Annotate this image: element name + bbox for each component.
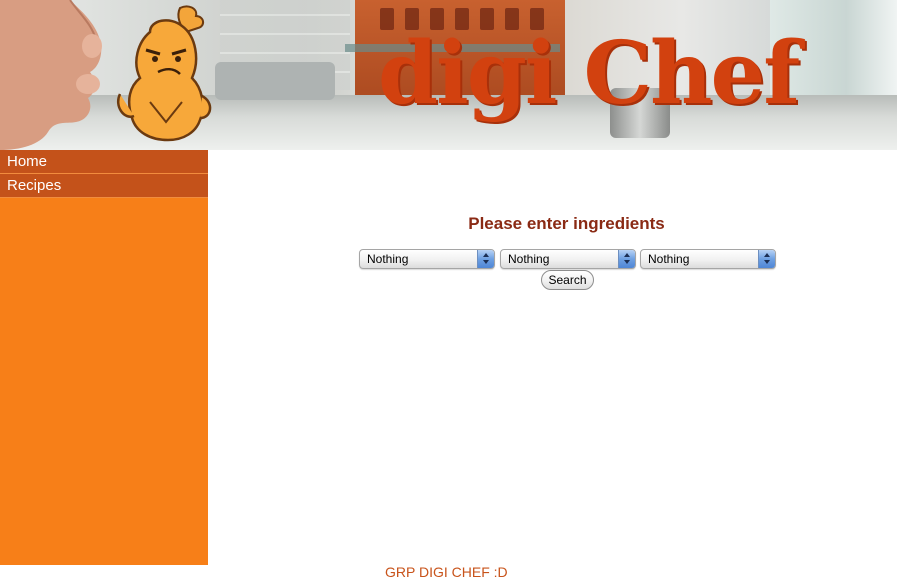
main-content: Please enter ingredients Nothing Nothing… [208, 150, 897, 565]
select-arrows-icon [477, 250, 494, 268]
sidebar: Home Recipes [0, 150, 208, 565]
banner-sink [215, 62, 335, 100]
footer-text: GRP DIGI CHEF :D [385, 564, 508, 580]
ingredient-select-1[interactable]: Nothing [359, 249, 495, 269]
select-value: Nothing [508, 252, 550, 266]
select-value: Nothing [367, 252, 409, 266]
sidebar-item-home[interactable]: Home [0, 150, 208, 174]
select-arrows-icon [758, 250, 775, 268]
header-banner: digi Chef [0, 0, 897, 150]
ingredient-select-3[interactable]: Nothing [640, 249, 776, 269]
select-value: Nothing [648, 252, 690, 266]
page-title: Please enter ingredients [468, 214, 665, 233]
ingredient-select-2[interactable]: Nothing [500, 249, 636, 269]
search-button[interactable]: Search [541, 270, 594, 290]
chef-mascot-icon [117, 5, 212, 142]
site-logo[interactable]: digi Chef [378, 24, 800, 124]
sidebar-item-recipes[interactable]: Recipes [0, 174, 208, 198]
select-arrows-icon [618, 250, 635, 268]
